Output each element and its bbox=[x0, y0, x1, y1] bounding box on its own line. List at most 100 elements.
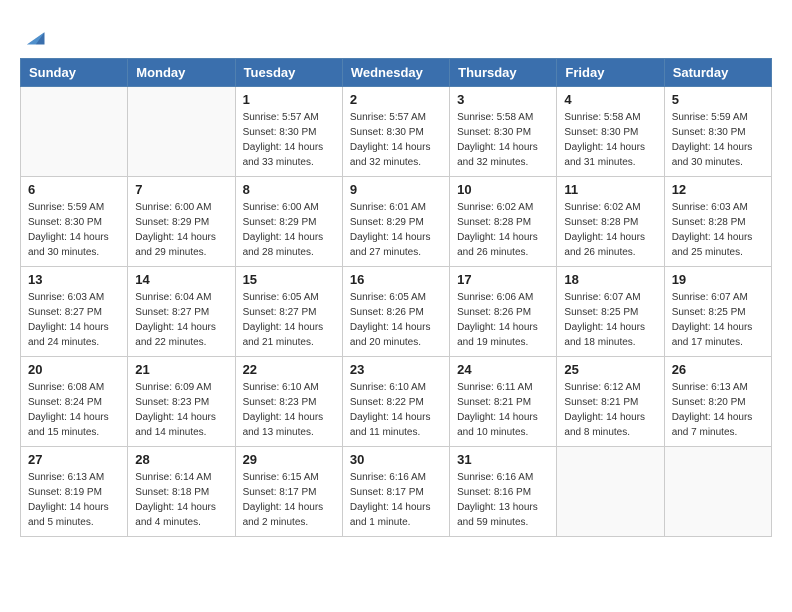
calendar-cell: 2 Sunrise: 5:57 AMSunset: 8:30 PMDaylight… bbox=[342, 87, 449, 177]
day-info: Sunrise: 6:06 AMSunset: 8:26 PMDaylight:… bbox=[457, 290, 549, 350]
day-info: Sunrise: 5:58 AMSunset: 8:30 PMDaylight:… bbox=[457, 110, 549, 170]
calendar-cell: 20 Sunrise: 6:08 AMSunset: 8:24 PMDayligh… bbox=[21, 357, 128, 447]
day-of-week-header: Wednesday bbox=[342, 59, 449, 87]
day-info: Sunrise: 6:11 AMSunset: 8:21 PMDaylight:… bbox=[457, 380, 549, 440]
day-number: 7 bbox=[135, 182, 227, 197]
day-info: Sunrise: 6:15 AMSunset: 8:17 PMDaylight:… bbox=[243, 470, 335, 530]
day-info: Sunrise: 6:00 AMSunset: 8:29 PMDaylight:… bbox=[135, 200, 227, 260]
day-number: 9 bbox=[350, 182, 442, 197]
calendar-week-row: 1 Sunrise: 5:57 AMSunset: 8:30 PMDaylight… bbox=[21, 87, 772, 177]
calendar-cell: 6 Sunrise: 5:59 AMSunset: 8:30 PMDaylight… bbox=[21, 177, 128, 267]
day-number: 14 bbox=[135, 272, 227, 287]
day-info: Sunrise: 6:07 AMSunset: 8:25 PMDaylight:… bbox=[564, 290, 656, 350]
calendar-cell: 23 Sunrise: 6:10 AMSunset: 8:22 PMDayligh… bbox=[342, 357, 449, 447]
calendar-cell: 11Sunrise: 6:02 AMSunset: 8:28 PMDayligh… bbox=[557, 177, 664, 267]
day-number: 2 bbox=[350, 92, 442, 107]
calendar-cell: 16 Sunrise: 6:05 AMSunset: 8:26 PMDayligh… bbox=[342, 267, 449, 357]
calendar-cell bbox=[557, 447, 664, 537]
day-number: 20 bbox=[28, 362, 120, 377]
day-info: Sunrise: 6:02 AMSunset: 8:28 PMDaylight:… bbox=[564, 200, 656, 260]
calendar-cell: 30 Sunrise: 6:16 AMSunset: 8:17 PMDayligh… bbox=[342, 447, 449, 537]
day-info: Sunrise: 6:05 AMSunset: 8:27 PMDaylight:… bbox=[243, 290, 335, 350]
calendar-cell: 29 Sunrise: 6:15 AMSunset: 8:17 PMDayligh… bbox=[235, 447, 342, 537]
day-of-week-header: Monday bbox=[128, 59, 235, 87]
calendar-cell: 26 Sunrise: 6:13 AMSunset: 8:20 PMDayligh… bbox=[664, 357, 771, 447]
day-number: 27 bbox=[28, 452, 120, 467]
calendar-cell bbox=[21, 87, 128, 177]
day-number: 12 bbox=[672, 182, 764, 197]
day-info: Sunrise: 6:01 AMSunset: 8:29 PMDaylight:… bbox=[350, 200, 442, 260]
day-info: Sunrise: 5:59 AMSunset: 8:30 PMDaylight:… bbox=[672, 110, 764, 170]
day-number: 29 bbox=[243, 452, 335, 467]
day-info: Sunrise: 6:16 AMSunset: 8:16 PMDaylight:… bbox=[457, 470, 549, 530]
day-info: Sunrise: 6:03 AMSunset: 8:27 PMDaylight:… bbox=[28, 290, 120, 350]
calendar-week-row: 13 Sunrise: 6:03 AMSunset: 8:27 PMDayligh… bbox=[21, 267, 772, 357]
day-of-week-header: Sunday bbox=[21, 59, 128, 87]
day-info: Sunrise: 6:13 AMSunset: 8:20 PMDaylight:… bbox=[672, 380, 764, 440]
calendar-cell: 3 Sunrise: 5:58 AMSunset: 8:30 PMDaylight… bbox=[450, 87, 557, 177]
day-number: 8 bbox=[243, 182, 335, 197]
day-info: Sunrise: 5:59 AMSunset: 8:30 PMDaylight:… bbox=[28, 200, 120, 260]
logo-icon bbox=[20, 20, 48, 48]
day-info: Sunrise: 6:04 AMSunset: 8:27 PMDaylight:… bbox=[135, 290, 227, 350]
day-info: Sunrise: 6:13 AMSunset: 8:19 PMDaylight:… bbox=[28, 470, 120, 530]
day-number: 6 bbox=[28, 182, 120, 197]
day-info: Sunrise: 6:03 AMSunset: 8:28 PMDaylight:… bbox=[672, 200, 764, 260]
day-info: Sunrise: 5:58 AMSunset: 8:30 PMDaylight:… bbox=[564, 110, 656, 170]
day-info: Sunrise: 5:57 AMSunset: 8:30 PMDaylight:… bbox=[350, 110, 442, 170]
calendar-cell: 21Sunrise: 6:09 AMSunset: 8:23 PMDayligh… bbox=[128, 357, 235, 447]
calendar-cell: 28Sunrise: 6:14 AMSunset: 8:18 PMDayligh… bbox=[128, 447, 235, 537]
calendar-cell: 17 Sunrise: 6:06 AMSunset: 8:26 PMDayligh… bbox=[450, 267, 557, 357]
day-number: 23 bbox=[350, 362, 442, 377]
calendar-cell: 25Sunrise: 6:12 AMSunset: 8:21 PMDayligh… bbox=[557, 357, 664, 447]
page-header bbox=[20, 20, 772, 48]
calendar-cell: 31 Sunrise: 6:16 AMSunset: 8:16 PMDayligh… bbox=[450, 447, 557, 537]
day-number: 1 bbox=[243, 92, 335, 107]
day-number: 24 bbox=[457, 362, 549, 377]
calendar-cell: 14 Sunrise: 6:04 AMSunset: 8:27 PMDayligh… bbox=[128, 267, 235, 357]
day-number: 15 bbox=[243, 272, 335, 287]
day-info: Sunrise: 6:05 AMSunset: 8:26 PMDaylight:… bbox=[350, 290, 442, 350]
calendar-cell: 18 Sunrise: 6:07 AMSunset: 8:25 PMDayligh… bbox=[557, 267, 664, 357]
day-info: Sunrise: 6:02 AMSunset: 8:28 PMDaylight:… bbox=[457, 200, 549, 260]
calendar-cell: 5 Sunrise: 5:59 AMSunset: 8:30 PMDaylight… bbox=[664, 87, 771, 177]
day-info: Sunrise: 6:00 AMSunset: 8:29 PMDaylight:… bbox=[243, 200, 335, 260]
day-info: Sunrise: 6:12 AMSunset: 8:21 PMDaylight:… bbox=[564, 380, 656, 440]
day-number: 5 bbox=[672, 92, 764, 107]
day-number: 19 bbox=[672, 272, 764, 287]
day-info: Sunrise: 6:07 AMSunset: 8:25 PMDaylight:… bbox=[672, 290, 764, 350]
logo bbox=[20, 20, 52, 48]
day-number: 26 bbox=[672, 362, 764, 377]
day-number: 17 bbox=[457, 272, 549, 287]
day-number: 3 bbox=[457, 92, 549, 107]
day-of-week-header: Saturday bbox=[664, 59, 771, 87]
day-number: 21 bbox=[135, 362, 227, 377]
calendar-cell: 19 Sunrise: 6:07 AMSunset: 8:25 PMDayligh… bbox=[664, 267, 771, 357]
calendar-header-row: SundayMondayTuesdayWednesdayThursdayFrid… bbox=[21, 59, 772, 87]
calendar-cell: 7 Sunrise: 6:00 AMSunset: 8:29 PMDaylight… bbox=[128, 177, 235, 267]
calendar-cell: 9 Sunrise: 6:01 AMSunset: 8:29 PMDaylight… bbox=[342, 177, 449, 267]
day-number: 16 bbox=[350, 272, 442, 287]
calendar-week-row: 20 Sunrise: 6:08 AMSunset: 8:24 PMDayligh… bbox=[21, 357, 772, 447]
day-of-week-header: Thursday bbox=[450, 59, 557, 87]
day-info: Sunrise: 6:10 AMSunset: 8:22 PMDaylight:… bbox=[350, 380, 442, 440]
day-info: Sunrise: 6:16 AMSunset: 8:17 PMDaylight:… bbox=[350, 470, 442, 530]
day-number: 13 bbox=[28, 272, 120, 287]
day-number: 30 bbox=[350, 452, 442, 467]
day-of-week-header: Friday bbox=[557, 59, 664, 87]
calendar-cell: 8 Sunrise: 6:00 AMSunset: 8:29 PMDaylight… bbox=[235, 177, 342, 267]
calendar-cell: 22Sunrise: 6:10 AMSunset: 8:23 PMDayligh… bbox=[235, 357, 342, 447]
day-info: Sunrise: 5:57 AMSunset: 8:30 PMDaylight:… bbox=[243, 110, 335, 170]
day-number: 31 bbox=[457, 452, 549, 467]
day-info: Sunrise: 6:14 AMSunset: 8:18 PMDaylight:… bbox=[135, 470, 227, 530]
day-info: Sunrise: 6:08 AMSunset: 8:24 PMDaylight:… bbox=[28, 380, 120, 440]
day-number: 4 bbox=[564, 92, 656, 107]
day-of-week-header: Tuesday bbox=[235, 59, 342, 87]
day-number: 18 bbox=[564, 272, 656, 287]
day-number: 10 bbox=[457, 182, 549, 197]
calendar-cell: 12 Sunrise: 6:03 AMSunset: 8:28 PMDayligh… bbox=[664, 177, 771, 267]
calendar-cell: 1 Sunrise: 5:57 AMSunset: 8:30 PMDaylight… bbox=[235, 87, 342, 177]
calendar-week-row: 27 Sunrise: 6:13 AMSunset: 8:19 PMDayligh… bbox=[21, 447, 772, 537]
calendar-cell bbox=[664, 447, 771, 537]
calendar-cell: 10 Sunrise: 6:02 AMSunset: 8:28 PMDayligh… bbox=[450, 177, 557, 267]
